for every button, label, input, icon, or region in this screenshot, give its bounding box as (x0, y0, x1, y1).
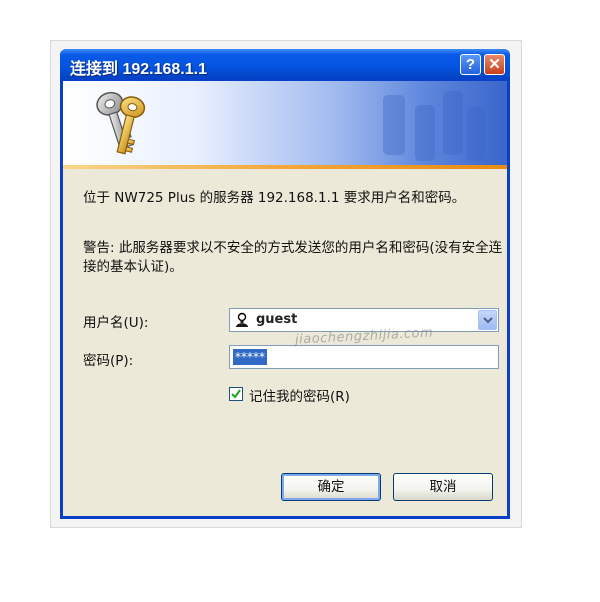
security-warning: 警告: 此服务器要求以不安全的方式发送您的用户名和密码(没有安全连接的基本认证)… (83, 240, 503, 275)
password-label: 密码(P): (83, 353, 134, 369)
close-button[interactable]: ✕ (484, 54, 505, 75)
cancel-button[interactable]: 取消 (393, 473, 493, 501)
title-bar[interactable]: 连接到 192.168.1.1 ? ✕ (60, 49, 510, 81)
checkmark-icon (231, 389, 241, 399)
banner-keys-icon (383, 91, 485, 161)
banner-stripe (63, 165, 507, 169)
password-masked-value: ***** (233, 349, 267, 365)
password-field[interactable]: ***** (229, 345, 499, 369)
dropdown-button[interactable] (478, 310, 497, 330)
keys-icon (96, 91, 146, 155)
login-dialog: 连接到 192.168.1.1 ? ✕ 位于 NW725 Plus 的服务器 1… (60, 49, 510, 519)
remember-password-label[interactable]: 记住我的密码(R) (249, 385, 350, 405)
help-button[interactable]: ? (460, 54, 481, 75)
server-message: 位于 NW725 Plus 的服务器 192.168.1.1 要求用户名和密码。 (83, 190, 466, 206)
header-banner (63, 81, 507, 165)
window-title: 连接到 192.168.1.1 (70, 61, 207, 78)
remember-password-checkbox[interactable] (229, 387, 243, 401)
username-value: guest (256, 312, 298, 327)
ok-button[interactable]: 确定 (281, 473, 381, 501)
username-label: 用户名(U): (83, 315, 149, 331)
user-icon (236, 312, 248, 327)
chevron-down-icon (483, 317, 493, 324)
